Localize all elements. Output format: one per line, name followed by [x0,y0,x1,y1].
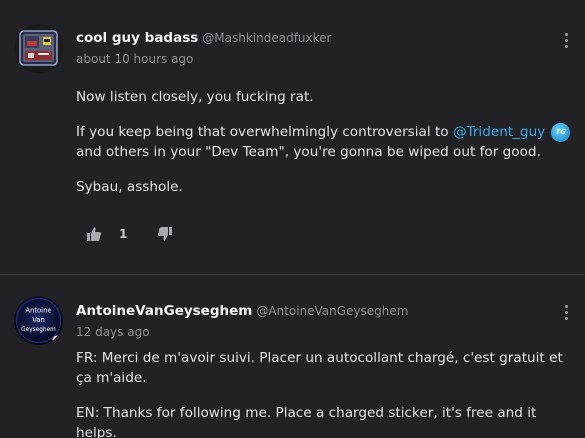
comment-paragraph: If you keep being that overwhelmingly co… [76,122,572,162]
avatar-image [14,24,63,73]
comment-paragraph: Now listen closely, you fucking rat. [76,89,314,105]
svg-text:Van: Van [32,316,45,324]
user-badge-icon: TG [551,122,571,142]
more-vertical-icon[interactable] [565,33,569,48]
comment-paragraph: EN: Thanks for following me. Place a cha… [76,405,537,438]
comment-paragraph: FR: Merci de m'avoir suivi. Placer un au… [76,350,563,386]
comment-text: and others in your "Dev Team", you're go… [76,144,541,160]
comment-body: FR: Merci de m'avoir suivi. Placer un au… [76,348,572,438]
author-handle[interactable]: @AntoineVanGeyseghem [256,304,408,318]
svg-text:Geyseghem: Geyseghem [21,327,56,333]
comment-card: Antoine Van Geyseghem AntoineVanGeyseghe… [0,275,585,438]
comment-feed: cool guy badass @Mashkindeadfuxker about … [0,0,585,438]
svg-text:Antoine: Antoine [25,307,51,315]
author-name[interactable]: cool guy badass [76,30,198,46]
timestamp: 12 days ago [76,325,150,339]
more-vertical-icon[interactable] [565,305,569,320]
author-name[interactable]: AntoineVanGeyseghem [76,303,252,319]
thumbs-down-icon[interactable] [157,226,173,242]
timestamp: about 10 hours ago [76,52,194,66]
comment-body: Now listen closely, you fucking rat. If … [76,87,572,212]
author-line: cool guy badass @Mashkindeadfuxker [76,30,331,46]
avatar[interactable]: Antoine Van Geyseghem [14,296,63,345]
comment-card: cool guy badass @Mashkindeadfuxker about … [0,0,585,275]
avatar[interactable] [14,24,63,73]
comment-actions: 1 [86,226,173,242]
author-handle[interactable]: @Mashkindeadfuxker [202,31,331,45]
author-line: AntoineVanGeyseghem @AntoineVanGeyseghem [76,303,408,319]
avatar-image: Antoine Van Geyseghem [14,296,63,345]
thumbs-up-icon[interactable] [86,226,102,242]
like-count: 1 [119,227,128,241]
comment-paragraph: Sybau, asshole. [76,179,183,195]
comment-text: If you keep being that overwhelmingly co… [76,124,453,140]
user-mention-link[interactable]: @Trident_guy [453,124,545,140]
